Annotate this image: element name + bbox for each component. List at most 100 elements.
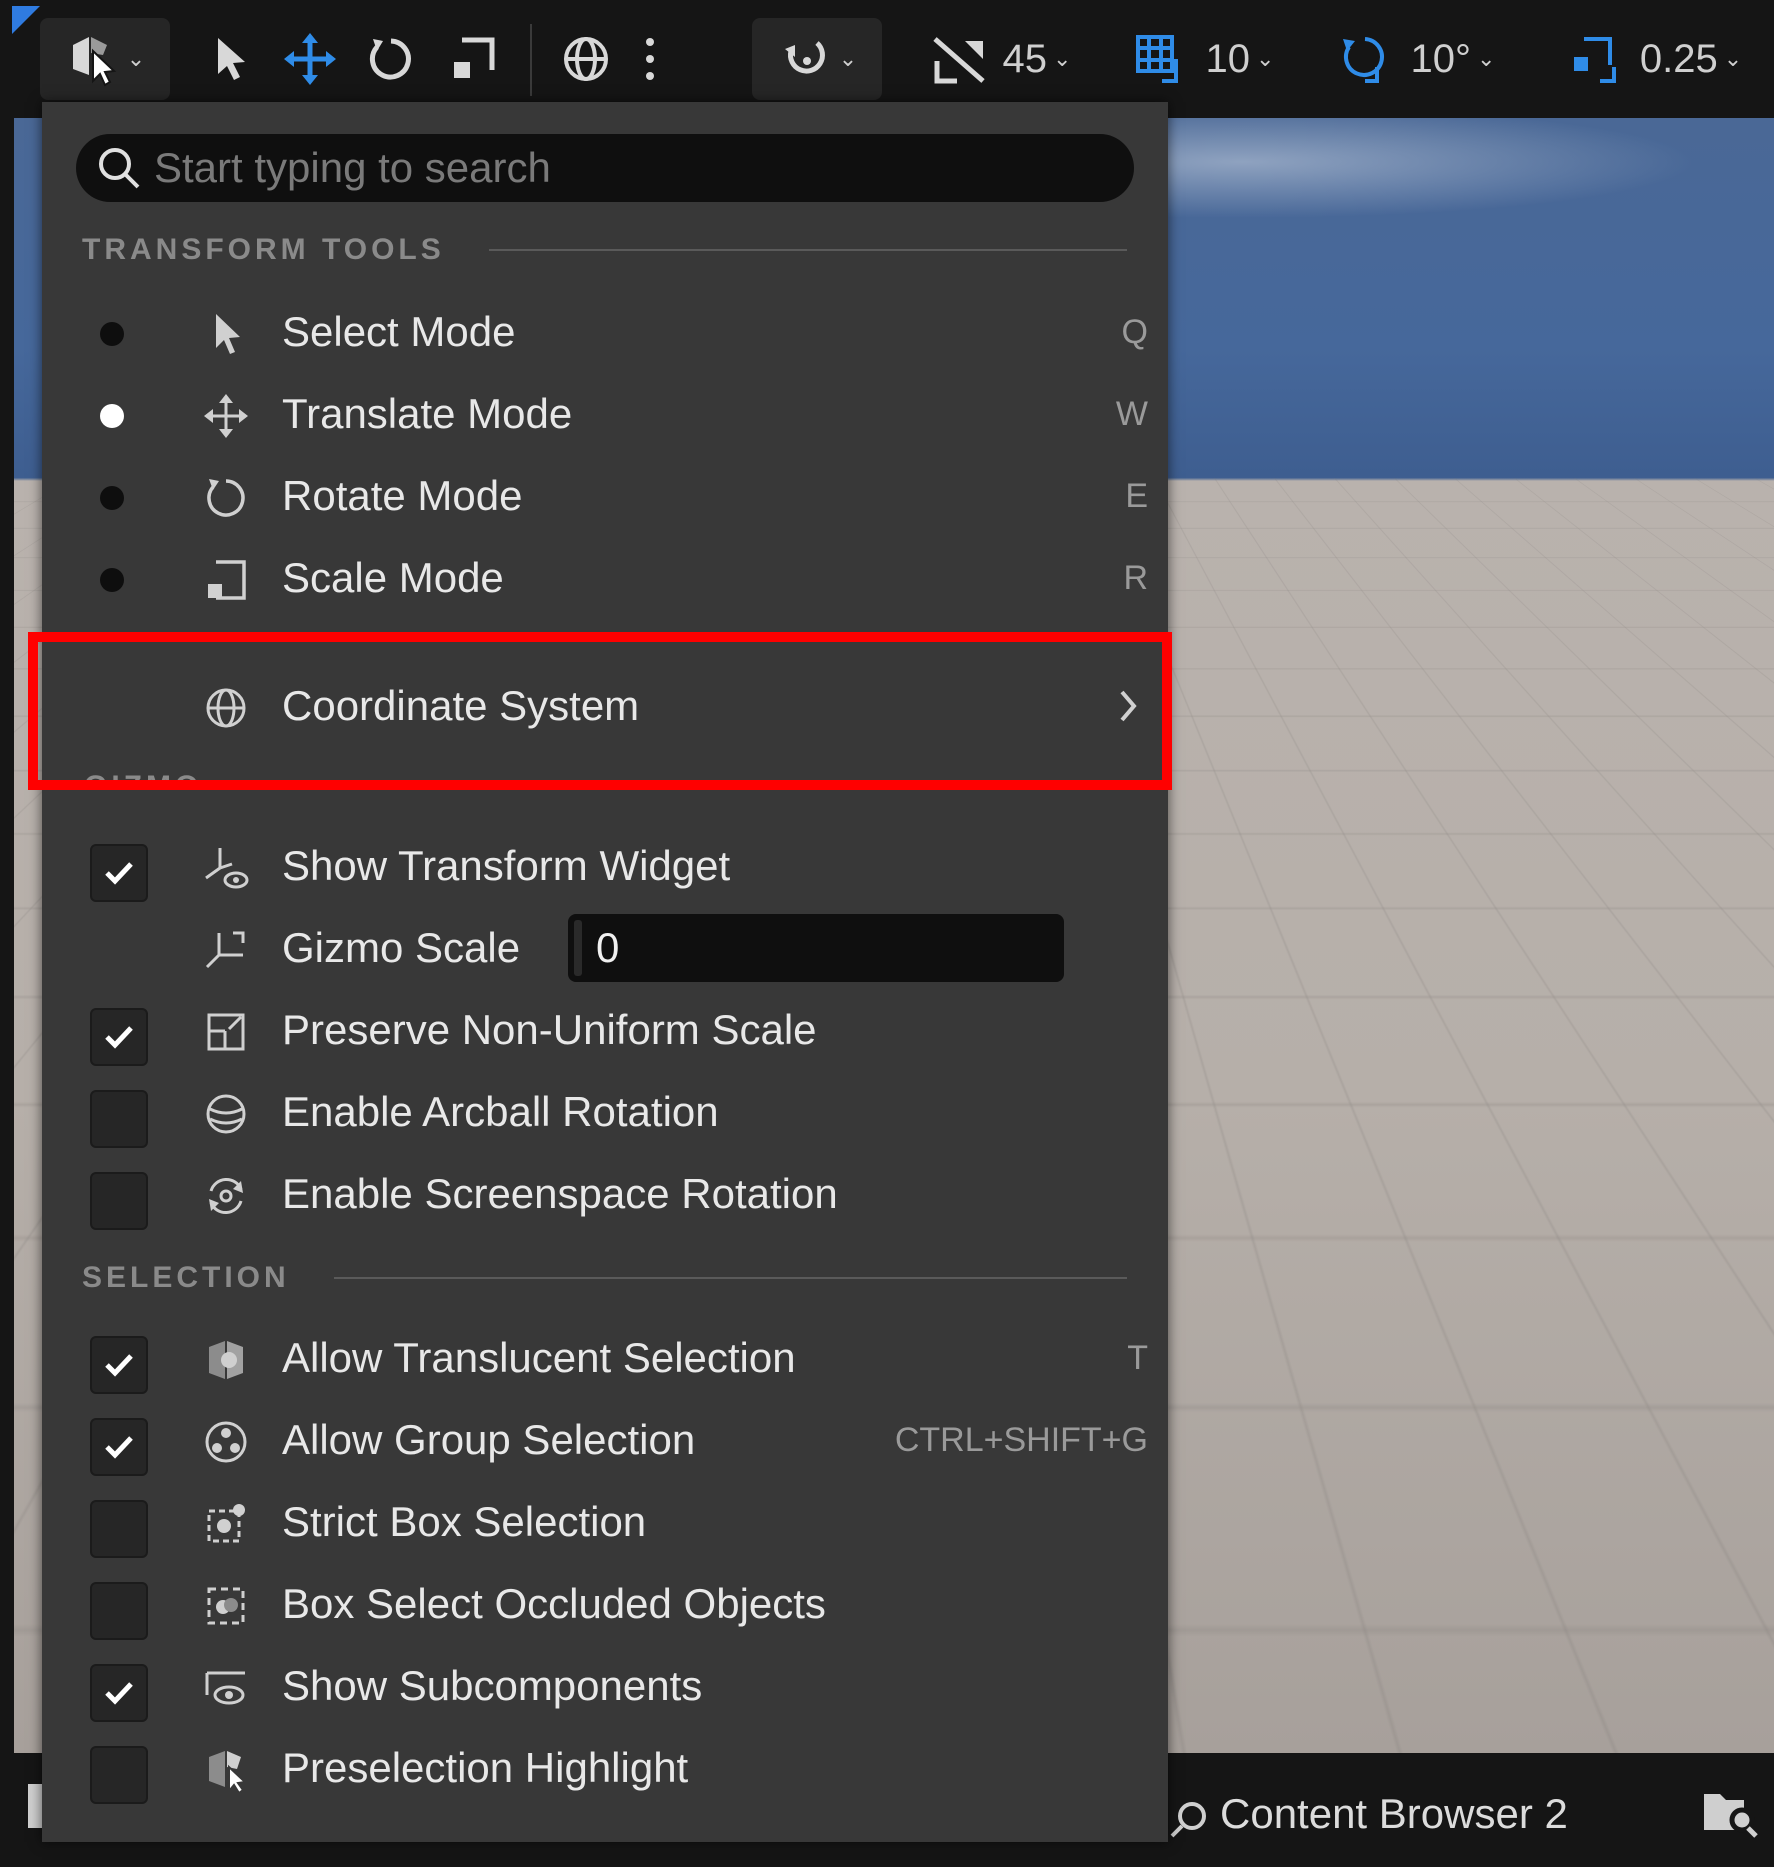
section-header-selection: SELECTION [82, 1258, 1127, 1298]
gizmo-scale-field[interactable]: 0 [568, 914, 1064, 982]
menu-search-box[interactable]: Start typing to search [76, 134, 1134, 202]
menu-item-scale-mode[interactable]: Scale Mode R [42, 540, 1168, 616]
chevron-down-icon: ⌄ [1724, 46, 1742, 72]
menu-item-label: Preserve Non-Uniform Scale [282, 1006, 817, 1054]
angle-snap-dropdown[interactable]: 45 ⌄ [910, 18, 1090, 100]
shortcut-label: Q [1122, 313, 1148, 352]
viewport-corner-marker [12, 6, 40, 34]
content-browser-tab[interactable]: Content Browser 2 [1220, 1790, 1568, 1838]
chevron-down-icon: ⌄ [839, 46, 857, 72]
toolbar-separator [530, 24, 532, 96]
menu-item-preserve-non-uniform-scale[interactable]: Preserve Non-Uniform Scale [42, 992, 1168, 1068]
rotate-icon [365, 33, 417, 85]
checkbox-checked[interactable] [90, 844, 148, 902]
gizmo-scale-value[interactable]: 0 [596, 924, 619, 972]
radio-indicator [90, 394, 134, 438]
menu-item-translate-mode[interactable]: Translate Mode W [42, 376, 1168, 452]
coordinate-system-button[interactable] [556, 18, 616, 100]
menu-item-box-select-occluded-objects[interactable]: Box Select Occluded Objects [42, 1566, 1168, 1642]
section-header-transform-tools: TRANSFORM TOOLS [82, 230, 1127, 270]
rotation-snap-value: 10° [1411, 37, 1472, 82]
screenspace-rotation-icon [202, 1172, 250, 1220]
rotation-snap-dropdown[interactable]: 10° ⌄ [1324, 18, 1508, 100]
menu-item-label: Show Subcomponents [282, 1662, 702, 1710]
checkbox-unchecked[interactable] [90, 1746, 148, 1804]
rotate-tool-button[interactable] [360, 18, 422, 100]
rotation-snap-icon [1337, 31, 1393, 87]
checkbox-checked[interactable] [90, 1664, 148, 1722]
folder-search-icon[interactable] [1700, 1786, 1760, 1840]
more-options-button[interactable] [628, 18, 672, 100]
red-highlight-box [28, 632, 1172, 790]
menu-item-show-transform-widget[interactable]: Show Transform Widget [42, 828, 1168, 904]
checkbox-checked[interactable] [90, 1418, 148, 1476]
select-tool-button[interactable] [200, 18, 260, 100]
selection-mode-dropdown[interactable]: ⌄ [40, 18, 170, 100]
arcball-icon [202, 1090, 250, 1138]
radio-indicator [90, 558, 134, 602]
scale-snap-icon [1568, 31, 1624, 87]
search-input[interactable]: Start typing to search [154, 144, 551, 192]
menu-item-show-subcomponents[interactable]: Show Subcomponents [42, 1648, 1168, 1724]
menu-item-preselection-highlight[interactable]: Preselection Highlight [42, 1730, 1168, 1806]
menu-item-strict-box-selection[interactable]: Strict Box Selection [42, 1484, 1168, 1560]
checkbox-unchecked[interactable] [90, 1090, 148, 1148]
menu-item-enable-arcball-rotation[interactable]: Enable Arcball Rotation [42, 1074, 1168, 1150]
menu-item-label: Preselection Highlight [282, 1744, 688, 1792]
shortcut-label: CTRL+SHIFT+G [895, 1421, 1148, 1460]
scale-snap-value: 0.25 [1640, 37, 1718, 82]
checkbox-unchecked[interactable] [90, 1500, 148, 1558]
menu-item-select-mode[interactable]: Select Mode Q [42, 294, 1168, 370]
menu-item-allow-group-selection[interactable]: Allow Group Selection CTRL+SHIFT+G [42, 1402, 1168, 1478]
scale-icon [448, 34, 498, 84]
translucent-selection-icon [202, 1336, 250, 1384]
translate-tool-button[interactable] [278, 18, 342, 100]
grid-snap-icon [1132, 31, 1188, 87]
subcomponents-eye-icon [202, 1664, 250, 1712]
checkbox-checked[interactable] [90, 1336, 148, 1394]
menu-item-label: Show Transform Widget [282, 842, 730, 890]
shortcut-label: E [1125, 477, 1148, 516]
cursor-arrow-icon [202, 310, 250, 358]
menu-item-label: Enable Screenspace Rotation [282, 1170, 838, 1218]
chevron-down-icon: ⌄ [1256, 46, 1274, 72]
grid-snap-dropdown[interactable]: 10 ⌄ [1118, 18, 1288, 100]
menu-item-label: Translate Mode [282, 390, 572, 438]
cursor-arrow-icon [208, 34, 252, 84]
checkbox-unchecked[interactable] [90, 1582, 148, 1640]
menu-item-rotate-mode[interactable]: Rotate Mode E [42, 458, 1168, 534]
scale-tool-button[interactable] [442, 18, 504, 100]
globe-icon [561, 34, 611, 84]
menu-item-label: Select Mode [282, 308, 515, 356]
section-divider [489, 249, 1127, 251]
shortcut-label: T [1127, 1339, 1148, 1378]
transform-widget-eye-icon [202, 844, 250, 892]
scale-snap-dropdown[interactable]: 0.25 ⌄ [1550, 18, 1760, 100]
viewport-toolbar: ⌄ ⌄ 45 ⌄ 10 ⌄ 10° ⌄ 0.25 ⌄ [0, 0, 1774, 118]
group-selection-icon [202, 1418, 250, 1466]
menu-item-label: Strict Box Selection [282, 1498, 646, 1546]
field-drag-handle[interactable] [574, 920, 582, 976]
scale-icon [202, 556, 250, 604]
checkbox-checked[interactable] [90, 1008, 148, 1066]
angle-snap-icon [929, 31, 989, 87]
radio-indicator [90, 476, 134, 520]
surface-snapping-dropdown[interactable]: ⌄ [752, 18, 882, 100]
menu-item-label: Allow Group Selection [282, 1416, 695, 1464]
rotate-icon [202, 474, 250, 522]
radio-indicator [90, 312, 134, 356]
preselection-highlight-icon [202, 1746, 250, 1794]
shortcut-label: R [1123, 559, 1148, 598]
angle-snap-value: 45 [1003, 37, 1048, 82]
move-arrows-icon [282, 31, 338, 87]
shortcut-label: W [1116, 395, 1148, 434]
menu-item-label: Allow Translucent Selection [282, 1334, 796, 1382]
menu-item-label: Enable Arcball Rotation [282, 1088, 719, 1136]
grid-snap-value: 10 [1206, 37, 1251, 82]
chevron-down-icon: ⌄ [1477, 46, 1495, 72]
menu-item-allow-translucent-selection[interactable]: Allow Translucent Selection T [42, 1320, 1168, 1396]
select-cube-icon [65, 31, 121, 87]
surface-snap-icon [777, 31, 833, 87]
menu-item-enable-screenspace-rotation[interactable]: Enable Screenspace Rotation [42, 1156, 1168, 1232]
checkbox-unchecked[interactable] [90, 1172, 148, 1230]
